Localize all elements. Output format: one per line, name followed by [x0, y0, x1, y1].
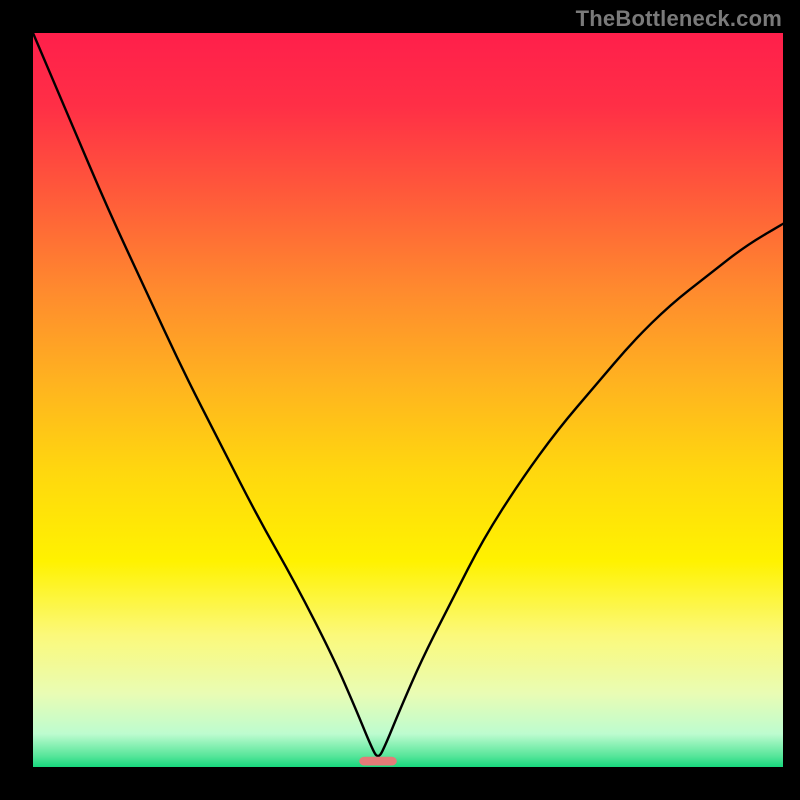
bottleneck-chart [0, 0, 800, 800]
plot-background [33, 33, 783, 767]
chart-frame: TheBottleneck.com [0, 0, 800, 800]
optimal-marker [359, 757, 397, 766]
